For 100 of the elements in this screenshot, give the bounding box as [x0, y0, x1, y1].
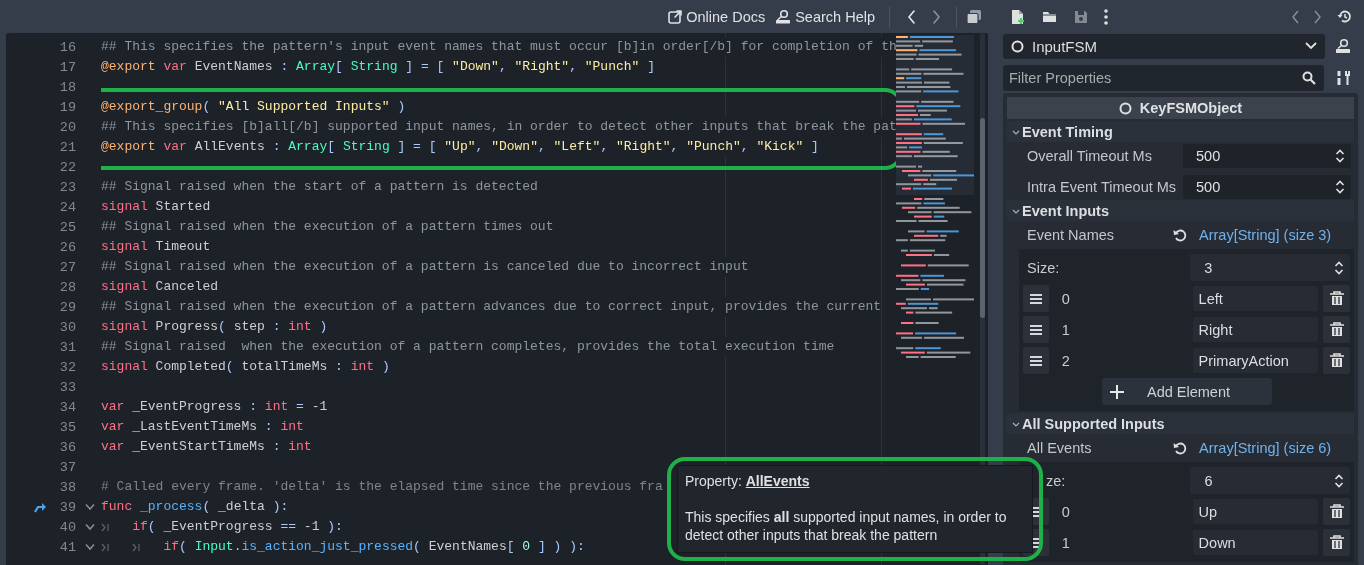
line-number: 37 [58, 459, 76, 475]
element-index: 2 [1060, 352, 1071, 369]
tools-icon[interactable] [1336, 70, 1350, 86]
line-number: 29 [58, 299, 76, 315]
history-icon[interactable] [1337, 9, 1352, 24]
delete-button[interactable] [1323, 316, 1350, 343]
line-number: 24 [58, 199, 76, 215]
line-number: 36 [58, 439, 76, 455]
external-link-icon [668, 9, 683, 24]
fold-chevron-icon[interactable] [85, 543, 95, 551]
spin-arrows-icon[interactable] [1334, 473, 1344, 488]
size-label: Size: [1026, 259, 1061, 276]
element-index: 0 [1060, 290, 1071, 307]
section-header[interactable]: Event Timing [1007, 121, 1354, 142]
object-icon [1011, 39, 1024, 53]
delete-button[interactable] [1323, 347, 1350, 374]
line-number: 18 [58, 79, 76, 95]
scrollbar-thumb[interactable] [979, 118, 985, 318]
element-index: 0 [1060, 503, 1071, 520]
save-icon[interactable] [1074, 9, 1088, 24]
number-field[interactable]: 6 [1190, 467, 1350, 494]
line-number: 33 [58, 379, 76, 395]
revert-icon[interactable] [1173, 228, 1187, 242]
text-field[interactable]: Right [1192, 317, 1319, 342]
doc-search-icon[interactable] [1334, 38, 1352, 54]
size-label: ze: [1045, 472, 1067, 489]
tab-marker-icon [132, 542, 141, 552]
line-number: 35 [58, 419, 76, 435]
drag-handle[interactable] [1023, 285, 1049, 312]
tooltip-description: This specifies all supported input names, in order to detect other inputs that break the pattern [685, 508, 1008, 544]
trash-icon [1329, 504, 1344, 519]
toolbar-button[interactable]: Online Docs [663, 5, 771, 28]
array-link[interactable]: Array[String] (size 3) [1199, 227, 1332, 243]
line-number: 23 [58, 179, 76, 195]
line-number: 28 [58, 279, 76, 295]
tab-marker-icon [101, 522, 109, 532]
line-number: 38 [58, 479, 76, 495]
kebab-menu-icon[interactable] [1104, 8, 1108, 25]
plus-icon [1109, 384, 1124, 399]
drag-handle[interactable] [1023, 347, 1049, 374]
add-element-button[interactable]: Add Element [1101, 378, 1272, 405]
line-number: 22 [58, 159, 76, 175]
text-field[interactable]: Up [1192, 499, 1319, 524]
section-header[interactable]: Event Inputs [1007, 200, 1354, 221]
fold-chevron-icon[interactable] [85, 523, 95, 531]
new-script-icon[interactable] [1011, 8, 1025, 25]
object-selector[interactable]: InputFSM [1003, 33, 1325, 59]
line-number: 30 [58, 319, 76, 335]
menu-lines-icon [1029, 324, 1042, 335]
menu-lines-icon [1029, 355, 1042, 366]
search-icon [1302, 71, 1316, 85]
line-number: 25 [58, 219, 76, 235]
number-field[interactable]: 500 [1183, 143, 1351, 168]
element-index: 1 [1060, 534, 1071, 551]
delete-button[interactable] [1323, 529, 1350, 556]
line-number: 27 [58, 259, 76, 275]
array-link[interactable]: Array[String] (size 6) [1199, 440, 1332, 456]
text-field[interactable]: Down [1192, 530, 1319, 555]
override-arrow-icon[interactable] [33, 501, 47, 513]
line-number: 41 [58, 539, 76, 555]
element-index: 1 [1060, 321, 1071, 338]
text-field[interactable]: Left [1192, 286, 1319, 311]
spin-arrows-icon[interactable] [1335, 148, 1345, 163]
line-number: 17 [58, 59, 76, 75]
property-label: All Events [1027, 440, 1093, 456]
spin-arrows-icon[interactable] [1335, 179, 1345, 194]
class-header: KeyFSMObject [1007, 97, 1354, 119]
delete-button[interactable] [1323, 498, 1350, 525]
line-number: 21 [58, 139, 76, 155]
windows-icon[interactable] [966, 8, 982, 25]
line-number: 32 [58, 359, 76, 375]
folder-icon[interactable] [1042, 10, 1057, 23]
property-label: Event Names [1027, 227, 1116, 243]
spin-arrows-icon[interactable] [1334, 260, 1344, 275]
drag-handle[interactable] [1023, 316, 1049, 343]
section-header[interactable]: All Supported Inputs [1007, 413, 1354, 434]
trash-icon [1329, 535, 1344, 550]
line-number: 20 [58, 119, 76, 135]
line-number: 19 [58, 99, 76, 115]
line-number: 40 [58, 519, 76, 535]
filter-field[interactable]: Filter Properties [1003, 65, 1324, 91]
trash-icon [1329, 353, 1344, 368]
property-label: Overall Timeout Ms [1027, 147, 1153, 164]
revert-icon[interactable] [1173, 441, 1187, 455]
line-number: 31 [58, 339, 76, 355]
chevron-down-icon [1305, 42, 1317, 50]
line-number: 26 [58, 239, 76, 255]
doc-search-icon [775, 9, 792, 24]
fold-chevron-icon[interactable] [85, 503, 95, 511]
line-number: 16 [58, 39, 76, 55]
tooltip-title: Property: AllEvents [685, 472, 811, 490]
number-field[interactable]: 500 [1183, 174, 1351, 199]
text-field[interactable]: PrimaryAction [1192, 348, 1319, 373]
class-icon [1118, 101, 1132, 115]
toolbar-button[interactable]: Search Help [770, 5, 880, 28]
delete-button[interactable] [1323, 285, 1350, 312]
trash-icon [1329, 291, 1344, 306]
number-field[interactable]: 3 [1190, 254, 1350, 281]
menu-lines-icon [1029, 293, 1042, 304]
tab-marker-icon [101, 542, 109, 552]
